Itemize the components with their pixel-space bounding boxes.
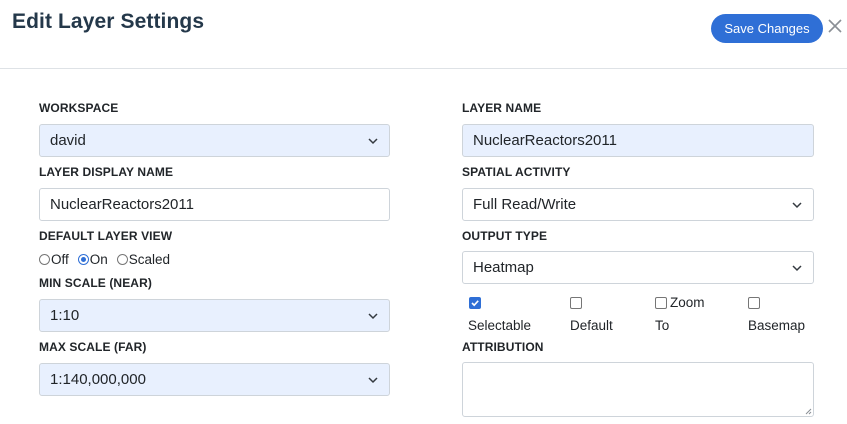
workspace-select[interactable]: david bbox=[39, 124, 390, 157]
default-layer-view-label: DEFAULT LAYER VIEW bbox=[39, 229, 173, 243]
close-icon bbox=[828, 18, 842, 33]
layer-name-label: LAYER NAME bbox=[462, 101, 542, 115]
radio-on[interactable] bbox=[77, 254, 89, 265]
min-scale-label: MIN SCALE (NEAR) bbox=[39, 276, 152, 290]
chevron-down-icon bbox=[368, 312, 378, 319]
chevron-down-icon bbox=[792, 264, 802, 271]
save-changes-button[interactable]: Save Changes bbox=[711, 14, 823, 43]
radio-option-off[interactable]: Off bbox=[39, 252, 69, 267]
zoom-to-label-line2: To bbox=[655, 318, 670, 333]
selectable-label: Selectable bbox=[468, 318, 532, 333]
radio-scaled-label: Scaled bbox=[128, 252, 171, 267]
workspace-label: WORKSPACE bbox=[39, 101, 119, 115]
max-scale-label: MAX SCALE (FAR) bbox=[39, 340, 147, 354]
page-title: Edit Layer Settings bbox=[12, 10, 205, 33]
radio-off-label: Off bbox=[51, 252, 69, 267]
min-scale-select[interactable]: 1:10 bbox=[39, 299, 390, 332]
basemap-label: Basemap bbox=[748, 318, 806, 333]
radio-option-on[interactable]: On bbox=[77, 252, 108, 267]
close-button[interactable] bbox=[826, 15, 844, 39]
output-type-value: Heatmap bbox=[473, 259, 534, 276]
layer-name-value: NuclearReactors2011 bbox=[473, 132, 617, 149]
layer-display-name-input[interactable]: NuclearReactors2011 bbox=[39, 188, 390, 221]
chevron-down-icon bbox=[368, 137, 378, 144]
output-type-label: OUTPUT TYPE bbox=[462, 229, 548, 243]
layer-display-name-value: NuclearReactors2011 bbox=[50, 196, 194, 213]
default-label: Default bbox=[570, 318, 613, 333]
workspace-value: david bbox=[50, 132, 86, 149]
modal-header: Edit Layer Settings Save Changes bbox=[0, 0, 847, 69]
basemap-checkbox[interactable] bbox=[748, 297, 760, 309]
selectable-checkbox[interactable] bbox=[469, 297, 481, 309]
zoom-to-checkbox[interactable] bbox=[655, 297, 667, 309]
radio-off[interactable] bbox=[39, 254, 50, 265]
zoom-to-label-line1: Zoom bbox=[670, 295, 705, 310]
spatial-activity-select[interactable]: Full Read/Write bbox=[462, 188, 814, 221]
output-type-select[interactable]: Heatmap bbox=[462, 251, 814, 284]
chevron-down-icon bbox=[792, 201, 802, 208]
radio-scaled[interactable] bbox=[116, 254, 128, 265]
attribution-label: ATTRIBUTION bbox=[462, 340, 544, 354]
checkmark-icon bbox=[471, 300, 479, 307]
chevron-down-icon bbox=[368, 376, 378, 383]
radio-on-label: On bbox=[89, 252, 108, 267]
attribution-textarea[interactable] bbox=[462, 362, 814, 417]
min-scale-value: 1:10 bbox=[50, 307, 80, 324]
radio-option-scaled[interactable]: Scaled bbox=[116, 252, 171, 267]
spatial-activity-value: Full Read/Write bbox=[473, 196, 577, 213]
layer-name-input[interactable]: NuclearReactors2011 bbox=[462, 124, 814, 157]
default-layer-view-radio-group: Off On Scaled bbox=[39, 252, 179, 267]
resize-grip-icon[interactable] bbox=[804, 407, 812, 415]
max-scale-value: 1:140,000,000 bbox=[50, 371, 146, 388]
layer-display-name-label: LAYER DISPLAY NAME bbox=[39, 165, 174, 179]
max-scale-select[interactable]: 1:140,000,000 bbox=[39, 363, 390, 396]
default-checkbox[interactable] bbox=[570, 297, 582, 309]
spatial-activity-label: SPATIAL ACTIVITY bbox=[462, 165, 571, 179]
